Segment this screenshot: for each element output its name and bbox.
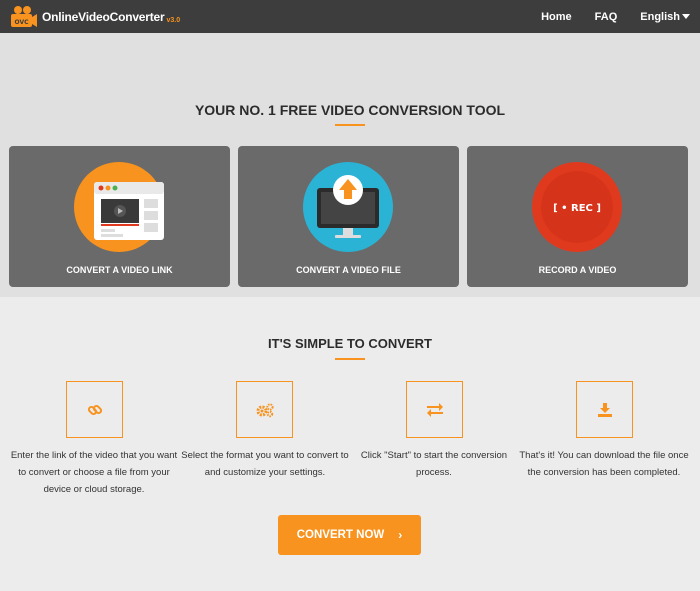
logo-word-video: Video <box>78 9 110 24</box>
language-selector[interactable]: English <box>640 11 690 23</box>
hero-title: YOUR NO. 1 FREE VIDEO CONVERSION TOOL <box>194 102 506 118</box>
logo-word-online: Online <box>42 9 79 24</box>
link-icon <box>87 404 102 415</box>
step-3-text: Click "Start" to start the conversion pr… <box>360 450 508 478</box>
convert-file-card[interactable]: CONVERT A VIDEO FILE <box>238 146 459 287</box>
chevron-right-icon: › <box>398 528 403 542</box>
steps-divider <box>335 358 365 360</box>
gears-icon <box>256 402 274 417</box>
logo-wordmark: OnlineVideoConverter <box>42 10 165 24</box>
step-start-box <box>406 381 463 438</box>
record-video-card[interactable]: [ • REC ] RECORD A VIDEO <box>467 146 688 287</box>
exchange-icon <box>426 402 443 417</box>
tool-cards: CONVERT A VIDEO LINK CONVERT A VIDEO FIL… <box>9 146 688 287</box>
top-navbar: OVC OnlineVideoConverter v3.0 Home FAQ E… <box>0 0 700 33</box>
hero-section: YOUR NO. 1 FREE VIDEO CONVERSION TOOL CO… <box>0 33 700 297</box>
step-1-text: Enter the link of the video that you wan… <box>10 450 178 495</box>
steps-title: IT'S SIMPLE TO CONVERT <box>268 336 432 351</box>
rec-text: [ • REC ] <box>553 203 601 214</box>
record-icon: [ • REC ] <box>532 162 622 252</box>
step-link-box <box>66 381 123 438</box>
caret-down-icon <box>682 14 690 19</box>
nav-home-link[interactable]: Home <box>541 11 572 23</box>
convert-now-button[interactable]: CONVERT NOW › <box>278 515 421 555</box>
main-nav: Home FAQ English <box>518 11 690 23</box>
record-video-label: RECORD A VIDEO <box>538 265 617 275</box>
convert-link-card[interactable]: CONVERT A VIDEO LINK <box>9 146 230 287</box>
logo-badge-text: OVC <box>15 19 30 26</box>
logo[interactable]: OVC OnlineVideoConverter v3.0 <box>10 5 180 29</box>
logo-word-converter: Converter <box>109 9 165 24</box>
hero-divider <box>335 124 365 126</box>
download-icon <box>597 402 612 417</box>
step-settings-box <box>236 381 293 438</box>
logo-version: v3.0 <box>166 17 181 24</box>
step-4-text: That's it! You can download the file onc… <box>519 450 689 478</box>
browser-video-icon <box>74 162 164 252</box>
camera-logo-icon: OVC <box>11 5 37 27</box>
step-download-box <box>576 381 633 438</box>
language-label: English <box>640 10 680 23</box>
monitor-upload-icon <box>303 162 393 252</box>
nav-faq-link[interactable]: FAQ <box>595 11 618 23</box>
convert-now-label: CONVERT NOW <box>296 529 385 541</box>
convert-file-label: CONVERT A VIDEO FILE <box>296 265 401 275</box>
convert-link-label: CONVERT A VIDEO LINK <box>66 265 173 275</box>
step-2-text: Select the format you want to convert to… <box>181 450 349 478</box>
